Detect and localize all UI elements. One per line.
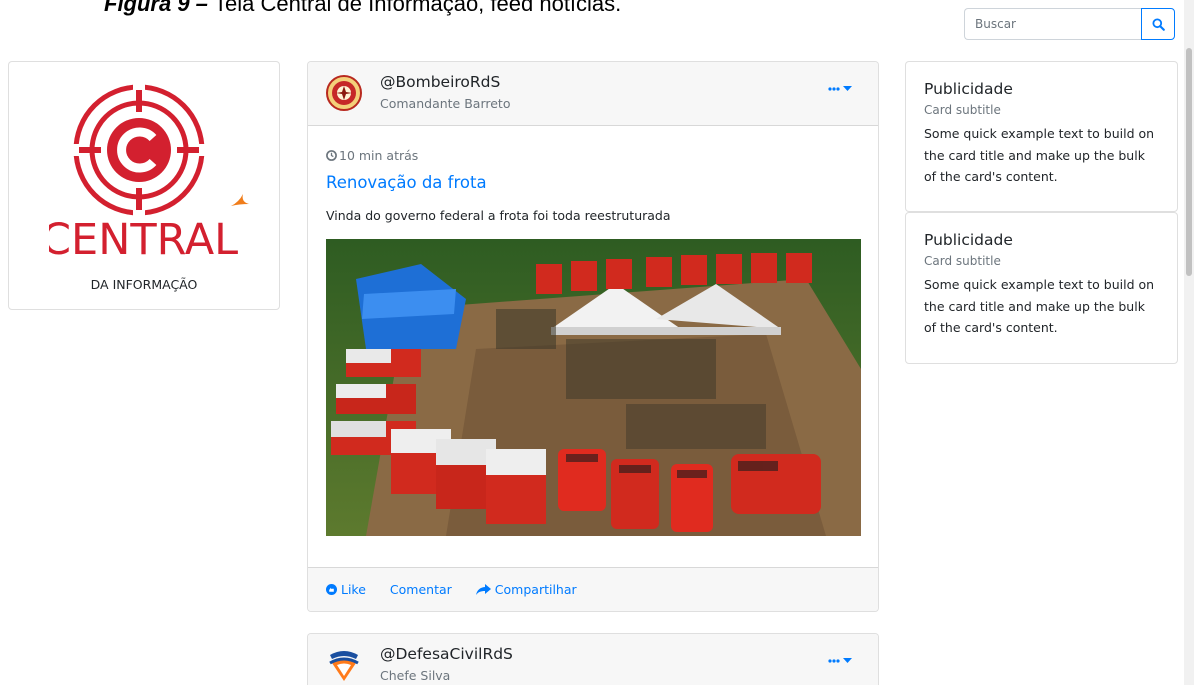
ad-card: Publicidade Card subtitle Some quick exa… (905, 61, 1178, 212)
post-photo[interactable] (326, 239, 861, 536)
post-author-role: Chefe Silva (380, 668, 451, 683)
search-button[interactable] (1141, 8, 1175, 40)
post-options-dropdown[interactable] (828, 658, 852, 664)
post-card: @BombeiroRdS Comandante Barreto 10 min a… (307, 61, 879, 612)
post-title-link[interactable]: Renovação da frota (326, 173, 487, 192)
post-handle[interactable]: @DefesaCivilRdS (380, 645, 513, 663)
ad-title: Publicidade (924, 231, 1013, 249)
search-bar (964, 8, 1175, 40)
post-header: @BombeiroRdS Comandante Barreto (308, 62, 878, 126)
post-time: 10 min atrás (326, 148, 418, 163)
post-text: Vinda do governo federal a frota foi tod… (326, 208, 671, 223)
post-body: 10 min atrás Renovação da frota Vinda do… (308, 126, 878, 568)
post-time-text: 10 min atrás (339, 148, 419, 163)
ad-text: Some quick example text to build on the … (924, 277, 1155, 335)
logo-card: CENTRAL DA INFORMAÇÃO (8, 61, 280, 310)
logo-subtitle: DA INFORMAÇÃO (90, 277, 198, 292)
figure-caption: Figura 9 – Tela Central de Informação, f… (104, 0, 621, 17)
like-label: Like (341, 582, 366, 597)
civil-defense-avatar[interactable] (326, 645, 362, 685)
share-button[interactable]: Compartilhar (475, 582, 577, 597)
ellipsis-icon (828, 87, 840, 91)
chevron-down-icon (843, 658, 852, 663)
post-handle[interactable]: @BombeiroRdS (380, 73, 500, 91)
page-scrollbar[interactable] (1184, 0, 1194, 685)
ad-text: Some quick example text to build on the … (924, 126, 1155, 184)
post-header: @DefesaCivilRdS Chefe Silva (308, 634, 878, 685)
ad-title: Publicidade (924, 80, 1013, 98)
fire-trucks-photo (326, 239, 861, 536)
clock-icon (326, 150, 337, 161)
post-author-role: Comandante Barreto (380, 96, 511, 111)
share-icon (475, 583, 491, 595)
post-card: @DefesaCivilRdS Chefe Silva (307, 633, 879, 685)
like-button[interactable]: Like (326, 582, 366, 597)
svg-text:CENTRAL: CENTRAL (49, 215, 238, 265)
caption-prefix: Figura 9 – (104, 0, 215, 16)
share-label: Compartilhar (494, 582, 577, 597)
caption-text: Tela Central de Informação, feed notícia… (214, 0, 622, 16)
comment-button[interactable]: Comentar (390, 582, 452, 597)
thumbs-up-icon (326, 584, 337, 595)
ellipsis-icon (828, 659, 840, 663)
chevron-down-icon (843, 86, 852, 91)
search-icon (1151, 17, 1165, 31)
post-actions: Like Comentar Compartilhar (308, 567, 878, 611)
central-logo: CENTRAL (49, 82, 249, 265)
scrollbar-thumb[interactable] (1186, 48, 1192, 276)
post-options-dropdown[interactable] (828, 86, 852, 92)
ad-card: Publicidade Card subtitle Some quick exa… (905, 212, 1178, 364)
search-input[interactable] (964, 8, 1141, 40)
ad-subtitle: Card subtitle (924, 254, 1001, 268)
comment-label: Comentar (389, 582, 452, 597)
ad-subtitle: Card subtitle (924, 103, 1001, 117)
fire-department-avatar[interactable] (326, 73, 362, 113)
